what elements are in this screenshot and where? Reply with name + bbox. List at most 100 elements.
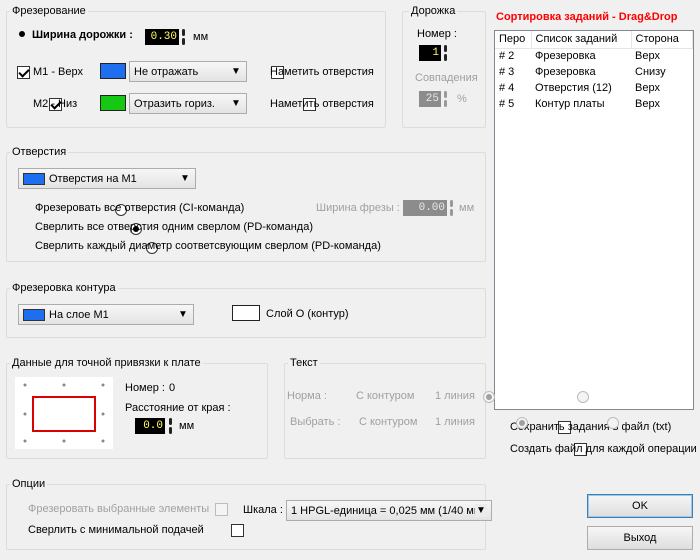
text-norm-oneline-label: 1 линия bbox=[435, 390, 475, 402]
anchor-distance-unit: мм bbox=[179, 420, 195, 432]
anchor-hole bbox=[62, 383, 66, 387]
chevron-down-icon: ▼ bbox=[475, 504, 487, 517]
row-side: Верх bbox=[635, 50, 660, 63]
anchor-distance-field[interactable]: 0.0 bbox=[135, 418, 165, 434]
mill-width-unit: мм bbox=[459, 202, 475, 214]
sort-title: Сортировка заданий - Drag&Drop bbox=[496, 11, 678, 23]
table-row[interactable]: # 2 Фрезеровка Верх bbox=[495, 48, 693, 64]
milling-group-title: Фрезерование bbox=[10, 5, 88, 17]
row-task: Фрезеровка bbox=[535, 66, 596, 78]
scale-label: Шкала : bbox=[243, 504, 283, 516]
scale-select[interactable]: 1 HPGL-единица = 0,025 мм (1/40 мм) ▼ bbox=[286, 500, 492, 521]
text-group-title: Текст bbox=[288, 357, 320, 369]
ok-button[interactable]: OK bbox=[587, 494, 693, 518]
holes-layer-value: Отверстия на M1 bbox=[49, 172, 137, 185]
m1-mirror-value: Не отражать bbox=[134, 65, 199, 78]
track-number-field[interactable]: 1 bbox=[419, 45, 441, 61]
text-select-contour-label: С контуром bbox=[359, 416, 418, 428]
holes-drill-single-label: Сверлить все отверстия одним сверлом (PD… bbox=[35, 221, 313, 233]
m2-mirror-select[interactable]: Отразить гориз. ▼ bbox=[129, 93, 247, 114]
table-row[interactable]: # 4 Отверстия (12) Верх bbox=[495, 80, 693, 96]
mill-width-label: Ширина фрезы : bbox=[316, 202, 400, 214]
anchor-number-label: Номер : bbox=[125, 382, 165, 394]
contour-group-title: Фрезеровка контура bbox=[10, 282, 118, 294]
mill-width-field[interactable]: 0.00 bbox=[403, 200, 447, 216]
holes-drill-each-label: Сверлить каждый диаметр соответсвующим с… bbox=[35, 240, 381, 252]
exit-button[interactable]: Выход bbox=[587, 526, 693, 550]
row-side: Верх bbox=[635, 98, 660, 110]
m2-color-swatch[interactable] bbox=[100, 95, 126, 111]
overlap-field[interactable]: 25 bbox=[419, 91, 441, 107]
text-norm-contour-label: С контуром bbox=[356, 390, 415, 402]
m1-mirror-select[interactable]: Не отражать ▼ bbox=[129, 61, 247, 82]
row-pen: # 4 bbox=[499, 82, 515, 94]
m2-mirror-value: Отразить гориз. bbox=[134, 97, 215, 110]
track-number-label: Номер : bbox=[417, 28, 457, 40]
contour-layer-label: Слой O (контур) bbox=[266, 308, 349, 320]
chevron-down-icon: ▼ bbox=[178, 309, 188, 320]
row-task: Фрезеровка bbox=[535, 50, 596, 63]
track-width-unit: мм bbox=[193, 31, 209, 43]
table-row[interactable]: # 3 Фрезеровка Снизу bbox=[495, 64, 693, 80]
table-row[interactable]: # 5 Контур платы Верх bbox=[495, 96, 693, 112]
board-preview bbox=[15, 377, 113, 449]
overlap-unit: % bbox=[457, 93, 467, 105]
row-pen: # 2 bbox=[499, 50, 515, 63]
text-norm-label: Норма : bbox=[287, 390, 327, 402]
track-width-label: Ширина дорожки : bbox=[32, 29, 133, 41]
save-tasks-label: Сохранить задания в файл (txt) bbox=[510, 421, 672, 433]
anchor-number-value: 0 bbox=[169, 382, 176, 394]
row-task: Отверстия (12) bbox=[535, 82, 612, 94]
col-task-header[interactable]: Список заданий bbox=[531, 31, 632, 49]
anchor-hole bbox=[23, 412, 27, 416]
m1-checkbox[interactable] bbox=[17, 66, 30, 79]
contour-layer-value: На слое M1 bbox=[49, 308, 109, 321]
text-norm-contour-radio[interactable] bbox=[482, 390, 495, 403]
row-task: Контур платы bbox=[535, 98, 605, 110]
holes-mill-all-label: Фрезеровать все отверстия (CI-команда) bbox=[35, 202, 245, 214]
mill-width-spinner[interactable] bbox=[449, 200, 454, 216]
contour-layer-select[interactable]: На слое M1 ▼ bbox=[18, 304, 194, 325]
row-side: Верх bbox=[635, 82, 660, 94]
drill-min-feed-checkbox[interactable] bbox=[230, 524, 244, 537]
board-outline bbox=[32, 396, 96, 432]
row-side: Снизу bbox=[635, 66, 666, 78]
m2-mark-holes-label: Наметить отверстия bbox=[270, 98, 374, 110]
holes-group-title: Отверстия bbox=[10, 146, 69, 158]
anchor-hole bbox=[23, 439, 27, 443]
anchor-distance-spinner[interactable] bbox=[168, 418, 173, 434]
task-list[interactable]: Перо Список заданий Сторона # 2 Фрезеров… bbox=[494, 30, 694, 410]
chevron-down-icon: ▼ bbox=[231, 66, 241, 77]
chevron-down-icon: ▼ bbox=[180, 173, 190, 184]
text-select-oneline-radio[interactable] bbox=[606, 416, 619, 429]
mill-selected-label: Фрезеровать выбранные элементы bbox=[28, 503, 210, 515]
file-per-op-label: Создать файл для каждой операции bbox=[510, 443, 697, 455]
m1-mark-holes-label: Наметить отверстия bbox=[270, 66, 374, 78]
text-select-label: Выбрать : bbox=[290, 416, 341, 428]
anchor-hole bbox=[101, 412, 105, 416]
anchor-distance-label: Расстояние от края : bbox=[125, 402, 231, 414]
m1-label: M1 - Верх bbox=[33, 66, 84, 78]
holes-layer-swatch bbox=[23, 172, 45, 185]
track-width-spinner[interactable] bbox=[181, 29, 186, 45]
col-pen-header[interactable]: Перо bbox=[495, 31, 532, 49]
text-select-oneline-label: 1 линия bbox=[435, 416, 475, 428]
mill-selected-checkbox[interactable] bbox=[214, 503, 228, 516]
col-side-header[interactable]: Сторона bbox=[631, 31, 693, 49]
options-group-title: Опции bbox=[10, 478, 48, 490]
track-width-field[interactable]: 0.30 bbox=[145, 29, 179, 45]
contour-layer-swatch bbox=[23, 308, 45, 321]
contour-layer-color-swatch[interactable] bbox=[232, 305, 260, 321]
anchor-hole bbox=[62, 439, 66, 443]
text-select-contour-radio[interactable] bbox=[515, 416, 528, 429]
track-number-spinner[interactable] bbox=[443, 45, 448, 61]
row-pen: # 3 bbox=[499, 66, 515, 78]
holes-layer-select[interactable]: Отверстия на M1 ▼ bbox=[18, 168, 196, 189]
track-group-title: Дорожка bbox=[409, 5, 458, 17]
text-group bbox=[284, 363, 486, 459]
row-pen: # 5 bbox=[499, 98, 515, 110]
m1-color-swatch[interactable] bbox=[100, 63, 126, 79]
text-norm-oneline-radio[interactable] bbox=[576, 390, 589, 403]
overlap-spinner[interactable] bbox=[443, 91, 448, 107]
bullet-icon bbox=[19, 31, 25, 37]
